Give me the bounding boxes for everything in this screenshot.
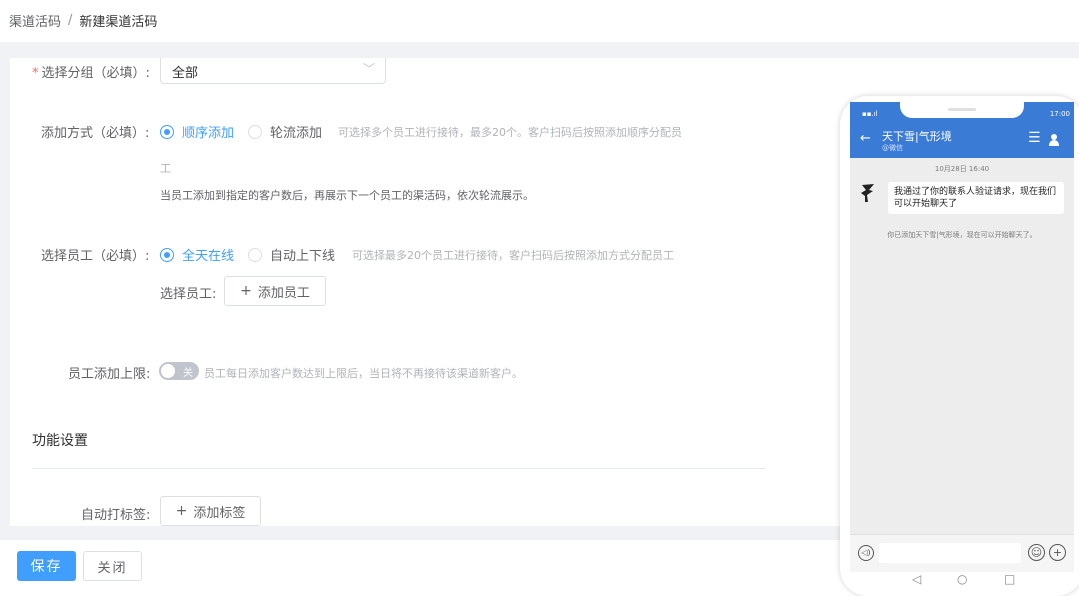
phone-preview: ▪▪.ıl 17:00 ← 天下雪|气形境 @微信 ☰ 10月28日 16:40… (840, 96, 1079, 596)
phone-screen: ▪▪.ıl 17:00 ← 天下雪|气形境 @微信 ☰ 10月28日 16:40… (850, 102, 1074, 572)
radio-dot (160, 124, 174, 139)
feature-section-title: 功能设置 (32, 433, 88, 449)
switch-text: 关 (183, 368, 193, 379)
person-icon[interactable] (1048, 134, 1060, 146)
radio-auto-online-offline[interactable]: 自动上下线 (248, 245, 335, 264)
section-divider (32, 468, 765, 469)
emoji-icon[interactable]: ☺ (1028, 544, 1045, 561)
staff-limit-switch[interactable]: 关 (159, 362, 199, 380)
breadcrumb: 渠道活码 / 新建渠道活码 (9, 11, 157, 30)
breadcrumb-current: 新建渠道活码 (79, 15, 158, 30)
page-background-band (0, 42, 1079, 58)
breadcrumb-separator: / (68, 13, 73, 28)
staff-hint: 可选择最多20个员工进行接待，客户扫码后按照添加方式分配员工 (352, 249, 674, 262)
radio-dot (248, 124, 262, 139)
add-method-hint-cont: 工 (160, 162, 171, 175)
top-bar: 渠道活码 / 新建渠道活码 (0, 0, 1079, 42)
save-button[interactable]: 保存 (17, 551, 76, 581)
chat-timestamp: 10月28日 16:40 (934, 165, 990, 173)
staff-limit-label: 员工添加上限: (68, 367, 151, 382)
chat-input[interactable] (879, 543, 1021, 563)
required-mark: * (32, 66, 39, 81)
add-tag-button[interactable]: + 添加标签 (160, 496, 261, 526)
plus-icon: + (175, 503, 188, 519)
add-method-hint: 可选择多个员工进行接待，最多20个。客户扫码后按照添加顺序分配员 (338, 126, 682, 139)
voice-icon[interactable]: ◁) (858, 545, 874, 561)
group-select-value: 全部 (172, 66, 199, 81)
chevron-down-icon: ﹀ (362, 62, 375, 76)
breadcrumb-parent-link[interactable]: 渠道活码 (9, 11, 61, 30)
radio-dot (248, 247, 262, 262)
radio-dot (160, 247, 174, 262)
radio-sequential-add[interactable]: 顺序添加 (160, 122, 234, 141)
add-staff-button[interactable]: + 添加员工 (224, 276, 326, 306)
phone-nav-bar: ◁ ○ □ (850, 572, 1074, 592)
signal-icon: ▪▪.ıl (862, 110, 878, 118)
chat-title: 天下雪|气形境 (882, 130, 952, 143)
switch-knob (161, 364, 175, 378)
chat-input-bar: ◁) ☺ + (850, 534, 1074, 572)
radio-all-day-online[interactable]: 全天在线 (160, 245, 234, 264)
auto-tag-label: 自动打标签: (81, 508, 151, 523)
chat-message-bubble: 我通过了你的联系人验证请求，现在我们可以开始聊天了 (888, 182, 1064, 214)
group-select[interactable]: 全部 ﹀ (160, 58, 386, 84)
menu-icon[interactable]: ☰ (1028, 130, 1041, 146)
add-method-label: 添加方式（必填）: (41, 126, 150, 141)
add-method-note: 当员工添加到指定的客户数后，再展示下一个员工的渠活码，依次轮流展示。 (160, 189, 534, 202)
nav-home-icon[interactable]: ○ (957, 572, 967, 586)
nav-recent-icon[interactable]: □ (1004, 572, 1015, 586)
close-button[interactable]: 关闭 (83, 551, 142, 581)
plus-icon[interactable]: + (1049, 544, 1066, 561)
phone-notch (900, 102, 1024, 118)
group-label: * 选择分组（必填）: (32, 66, 150, 81)
nav-back-icon[interactable]: ◁ (912, 572, 921, 586)
chat-subtitle: @微信 (882, 144, 903, 152)
back-arrow-icon[interactable]: ← (860, 131, 871, 146)
radio-round-robin-add[interactable]: 轮流添加 (248, 122, 322, 141)
system-message: 你已添加天下雪|气形境，现在可以开始聊天了。 (887, 231, 1037, 239)
page-background-bottom (0, 526, 840, 540)
avatar (861, 184, 874, 202)
chat-header: ← 天下雪|气形境 @微信 ☰ (850, 122, 1074, 158)
page-background-left (0, 58, 10, 526)
staff-limit-hint: 员工每日添加客户数达到上限后，当日将不再接待该渠道新客户。 (204, 367, 523, 380)
status-time: 17:00 (1049, 110, 1070, 118)
select-staff-label: 选择员工: (160, 287, 217, 302)
plus-icon: + (240, 283, 252, 299)
staff-label: 选择员工（必填）: (41, 249, 150, 264)
